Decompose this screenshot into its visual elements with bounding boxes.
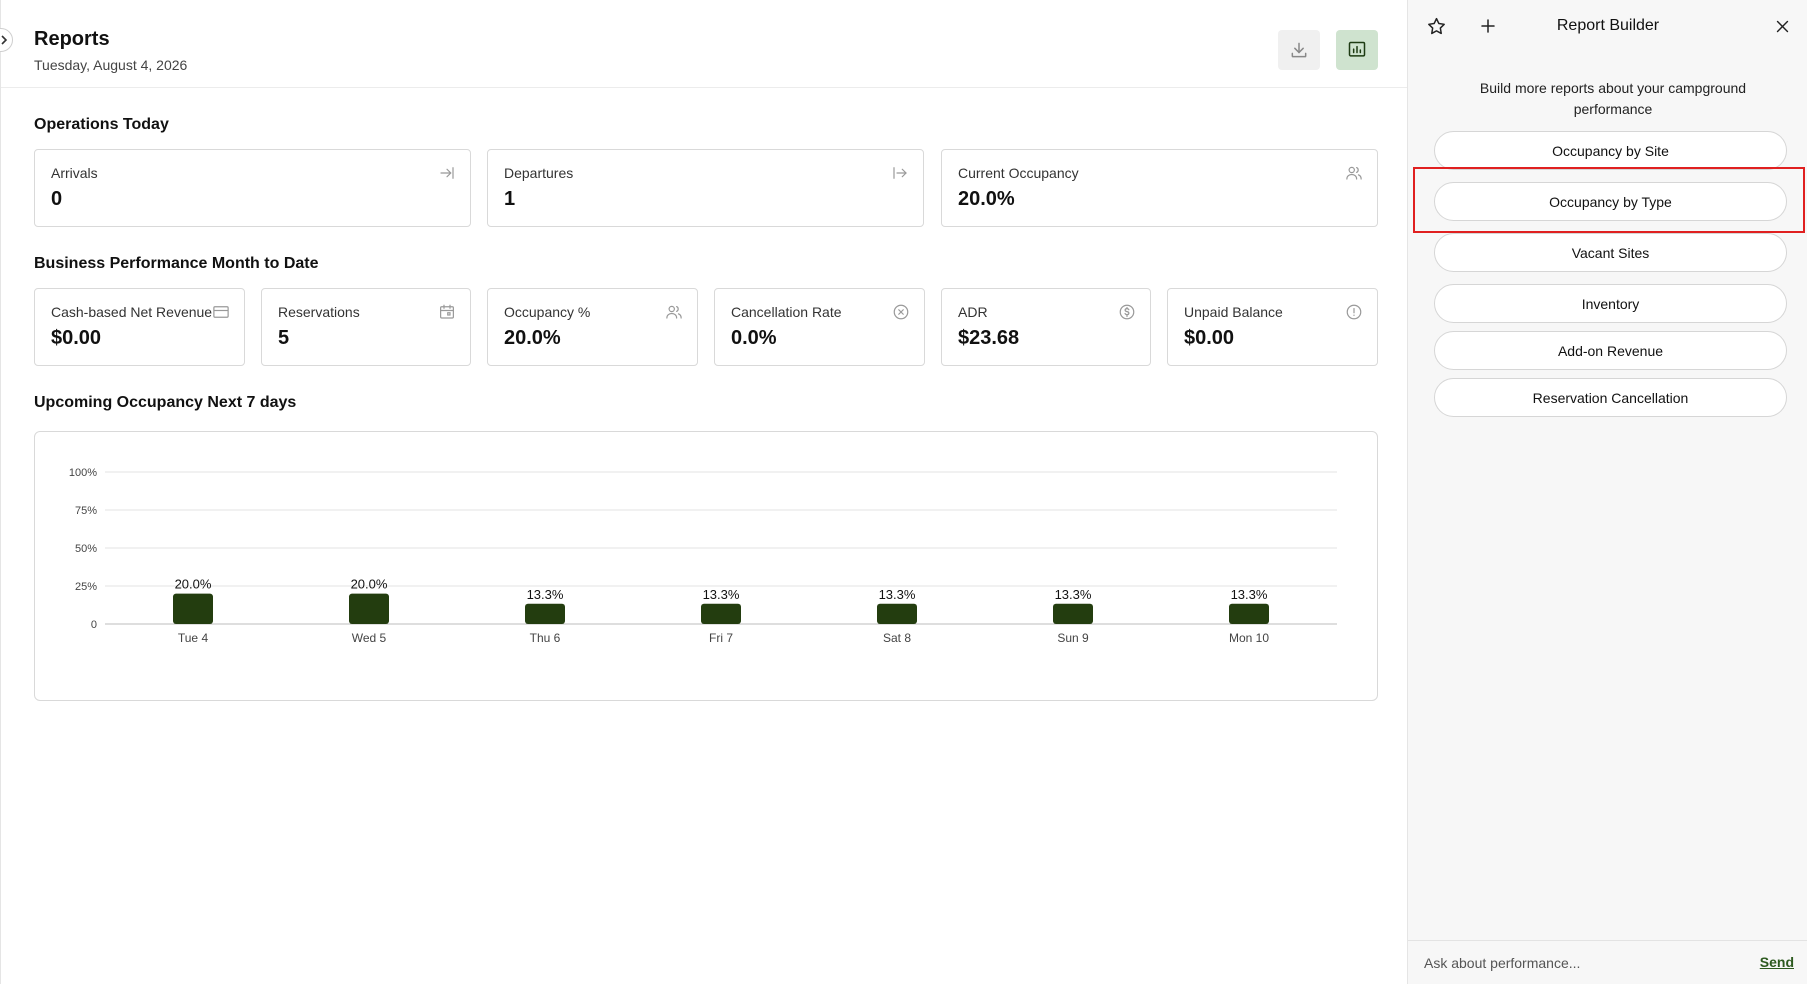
- card-value: 20.0%: [504, 327, 561, 349]
- calendar-icon: [440, 304, 454, 319]
- data-label: 20.0%: [351, 577, 388, 592]
- ask-bar: Send: [1408, 940, 1807, 984]
- bar-chart-icon: [1348, 41, 1366, 57]
- card-label: Arrivals: [51, 165, 98, 181]
- y-tick-label: 0: [91, 619, 97, 631]
- card-label: Cash-based Net Revenue: [51, 304, 213, 320]
- card-value: 20.0%: [958, 188, 1015, 210]
- departures-card: Departures 1: [487, 149, 924, 227]
- x-tick-label: Sun 9: [1057, 631, 1089, 645]
- report-builder-panel: Report Builder Build more reports about …: [1407, 0, 1807, 984]
- dollar-circle-icon: [1119, 304, 1135, 320]
- arrivals-card: Arrivals 0: [34, 149, 471, 227]
- card-label: ADR: [958, 304, 988, 320]
- add-on-revenue-button[interactable]: Add-on Revenue: [1434, 331, 1787, 370]
- vacant-sites-button[interactable]: Vacant Sites: [1434, 233, 1787, 272]
- operations-today-title: Operations Today: [34, 116, 169, 133]
- card-value: 1: [504, 188, 516, 210]
- y-tick-label: 50%: [75, 543, 97, 555]
- upcoming-occupancy-title: Upcoming Occupancy Next 7 days: [34, 394, 297, 411]
- adr-card: ADR $23.68: [941, 288, 1151, 366]
- card-value: 5: [278, 327, 290, 349]
- selection-highlight: [1413, 167, 1805, 233]
- bar: [349, 593, 389, 624]
- ask-input[interactable]: [1424, 955, 1724, 971]
- download-icon: [1291, 42, 1307, 58]
- card-value: $0.00: [1184, 327, 1235, 349]
- x-tick-label: Sat 8: [883, 631, 911, 645]
- reservation-cancellation-button[interactable]: Reservation Cancellation: [1434, 378, 1787, 417]
- data-label: 13.3%: [703, 587, 740, 602]
- bar: [1053, 603, 1093, 624]
- bar: [173, 593, 213, 624]
- data-label: 13.3%: [879, 587, 916, 602]
- card-label: Reservations: [278, 304, 360, 320]
- close-panel-button[interactable]: [1770, 14, 1794, 38]
- bar: [877, 603, 917, 624]
- page-header: Reports Tuesday, August 4, 2026: [1, 0, 1408, 88]
- occupancy-chart: 0 25% 50% 75% 100% 20.0% Tue 4 20.0% Wed 5 13.3% T…: [34, 431, 1378, 701]
- y-tick-label: 75%: [75, 505, 97, 517]
- arrow-from-left-icon: [893, 167, 907, 179]
- x-tick-label: Tue 4: [178, 631, 209, 645]
- cancellation-rate-card: Cancellation Rate 0.0%: [714, 288, 925, 366]
- x-circle-icon: [893, 304, 909, 320]
- data-label: 20.0%: [175, 577, 212, 592]
- panel-header: Report Builder: [1408, 0, 1807, 52]
- bar: [1229, 603, 1269, 624]
- unpaid-balance-card: Unpaid Balance $0.00: [1167, 288, 1378, 366]
- credit-card-icon: [213, 306, 229, 318]
- card-value: $23.68: [958, 327, 1020, 349]
- users-icon: [666, 305, 682, 319]
- occupancy-by-site-button[interactable]: Occupancy by Site: [1434, 131, 1787, 170]
- inventory-button[interactable]: Inventory: [1434, 284, 1787, 323]
- main-content: Reports Tuesday, August 4, 2026 Operatio…: [0, 0, 1408, 984]
- report-builder-toggle-button[interactable]: [1336, 30, 1378, 70]
- occupancy-percent-card: Occupancy % 20.0%: [487, 288, 698, 366]
- page-title: Reports: [34, 28, 110, 50]
- card-label: Departures: [504, 165, 574, 181]
- download-button[interactable]: [1278, 30, 1320, 70]
- current-occupancy-card: Current Occupancy 20.0%: [941, 149, 1378, 227]
- card-label: Cancellation Rate: [731, 304, 842, 320]
- x-tick-label: Fri 7: [709, 631, 733, 645]
- data-label: 13.3%: [527, 587, 564, 602]
- bar: [701, 603, 741, 624]
- reservations-card: Reservations 5: [261, 288, 471, 366]
- x-tick-label: Thu 6: [530, 631, 561, 645]
- data-label: 13.3%: [1231, 587, 1268, 602]
- y-tick-label: 100%: [69, 467, 97, 479]
- data-label: 13.3%: [1055, 587, 1092, 602]
- card-value: 0: [51, 188, 63, 210]
- chevron-right-icon: [1, 35, 8, 45]
- card-value: $0.00: [51, 327, 102, 349]
- page-date: Tuesday, August 4, 2026: [34, 57, 188, 73]
- reports-app: Reports Tuesday, August 4, 2026 Operatio…: [0, 0, 1807, 984]
- users-icon: [1346, 166, 1362, 180]
- panel-title: Report Builder: [1556, 17, 1660, 34]
- x-tick-label: Mon 10: [1229, 631, 1269, 645]
- send-button[interactable]: Send: [1760, 954, 1794, 970]
- alert-circle-icon: [1346, 304, 1362, 320]
- close-icon: [1776, 20, 1788, 32]
- bar: [525, 603, 565, 624]
- y-tick-label: 25%: [75, 581, 97, 593]
- occupancy-bar-chart: 0 25% 50% 75% 100% 20.0% Tue 4 20.0% Wed 5 13.3% T…: [69, 467, 1337, 645]
- panel-description: Build more reports about your campground…: [1479, 80, 1747, 117]
- card-label: Unpaid Balance: [1184, 304, 1283, 320]
- card-label: Current Occupancy: [958, 165, 1079, 181]
- net-revenue-card: Cash-based Net Revenue $0.00: [34, 288, 245, 366]
- card-value: 0.0%: [731, 327, 777, 349]
- arrow-to-right-icon: [440, 167, 454, 179]
- x-tick-label: Wed 5: [352, 631, 387, 645]
- card-label: Occupancy %: [504, 304, 591, 320]
- business-performance-title: Business Performance Month to Date: [34, 255, 319, 272]
